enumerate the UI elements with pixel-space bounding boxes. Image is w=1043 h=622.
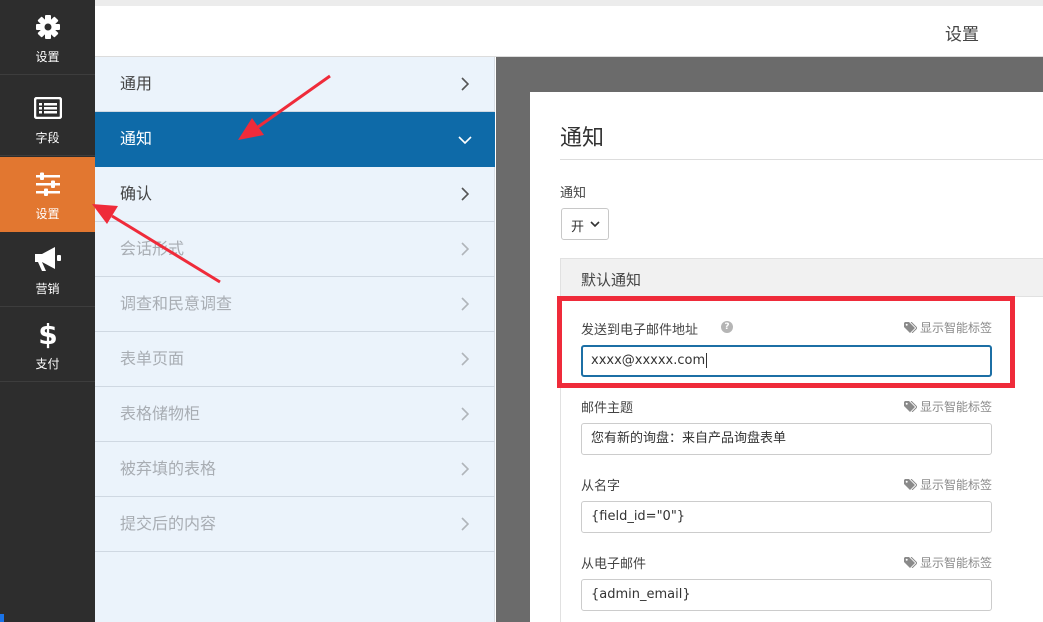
from-email-input[interactable]: {admin_email}	[581, 579, 992, 611]
page-title: 设置	[945, 25, 979, 45]
menu-item-label: 被弃填的表格	[120, 459, 217, 478]
annotation-highlight-box	[557, 296, 1015, 388]
menu-item-label: 表格储物柜	[120, 404, 201, 423]
menu-item-label: 调查和民意调查	[120, 294, 233, 313]
rail-corner-accent	[0, 614, 4, 622]
tag-icon	[903, 479, 917, 490]
divider	[560, 159, 1043, 160]
top-bar: 设置	[95, 0, 1043, 57]
menu-item-form-abandonment[interactable]: 被弃填的表格	[95, 442, 495, 497]
menu-item-general[interactable]: 通用	[95, 57, 495, 112]
chevron-right-icon	[461, 77, 469, 91]
select-value: 开	[571, 220, 585, 235]
megaphone-icon	[0, 242, 95, 276]
menu-item-surveys-polls[interactable]: 调查和民意调查	[95, 277, 495, 332]
gear-icon	[0, 10, 95, 44]
rail-item-label: 营销	[35, 282, 60, 296]
default-notification-header[interactable]: 默认通知	[560, 258, 1043, 297]
tag-icon	[903, 401, 917, 412]
email-subject-label: 邮件主题	[581, 401, 634, 416]
rail-item-marketing[interactable]: 营销	[0, 232, 95, 307]
panel-title: 通知	[560, 126, 605, 151]
rail-item-label: 设置	[35, 207, 60, 221]
left-icon-rail: 设置 字段 设置 营销 $ 支付	[0, 0, 95, 622]
menu-item-label: 提交后的内容	[120, 514, 217, 533]
smart-tags-label: 显示智能标签	[919, 556, 992, 570]
sliders-icon	[0, 167, 95, 201]
from-email-label: 从电子邮件	[581, 557, 647, 572]
list-icon	[0, 91, 95, 125]
dollar-icon: $	[0, 317, 95, 351]
smart-tags-toggle[interactable]: 显示智能标签	[903, 476, 992, 493]
section-title: 默认通知	[581, 271, 642, 289]
svg-text:$: $	[38, 319, 57, 349]
menu-item-notifications[interactable]: 通知	[95, 112, 495, 167]
smart-tags-toggle[interactable]: 显示智能标签	[903, 554, 992, 571]
menu-item-label: 通知	[120, 129, 153, 148]
chevron-right-icon	[461, 242, 469, 256]
chevron-right-icon	[461, 407, 469, 421]
rail-item-settings-active[interactable]: 设置	[0, 157, 95, 232]
menu-item-post-submissions[interactable]: 提交后的内容	[95, 497, 495, 552]
smart-tags-label: 显示智能标签	[919, 478, 992, 492]
menu-item-form-locker[interactable]: 表格储物柜	[95, 387, 495, 442]
menu-item-form-pages[interactable]: 表单页面	[95, 332, 495, 387]
chevron-right-icon	[461, 187, 469, 201]
notifications-toggle-select[interactable]: 开	[561, 208, 609, 240]
tag-icon	[903, 557, 917, 568]
from-name-input[interactable]: {field_id="0"}	[581, 501, 992, 533]
chevron-right-icon	[461, 517, 469, 531]
menu-item-conversational-forms[interactable]: 会话形式	[95, 222, 495, 277]
rail-item-label: 支付	[35, 357, 60, 371]
notifications-toggle-label: 通知	[560, 186, 587, 201]
rail-item-payments[interactable]: $ 支付	[0, 307, 95, 382]
menu-item-label: 会话形式	[120, 239, 185, 258]
chevron-down-icon	[590, 221, 600, 228]
smart-tags-toggle[interactable]: 显示智能标签	[903, 398, 992, 415]
rail-item-settings[interactable]: 设置	[0, 0, 95, 75]
email-subject-input[interactable]: 您有新的询盘：来自产品询盘表单	[581, 423, 992, 455]
chevron-right-icon	[461, 462, 469, 476]
smart-tags-label: 显示智能标签	[919, 400, 992, 414]
from-name-label: 从名字	[581, 479, 621, 494]
menu-item-confirmation[interactable]: 确认	[95, 167, 495, 222]
rail-item-fields[interactable]: 字段	[0, 81, 95, 156]
chevron-down-icon	[458, 136, 472, 144]
menu-item-label: 确认	[120, 184, 153, 203]
chevron-right-icon	[461, 297, 469, 311]
rail-item-label: 设置	[35, 50, 60, 64]
menu-item-label: 通用	[120, 74, 153, 93]
rail-item-label: 字段	[35, 131, 60, 145]
chevron-right-icon	[461, 352, 469, 366]
settings-menu: 通用 通知 确认 会话形式 调查和民意调查 表单页面 表格储物柜 被弃填的表格 …	[95, 57, 495, 622]
menu-item-label: 表单页面	[120, 349, 185, 368]
